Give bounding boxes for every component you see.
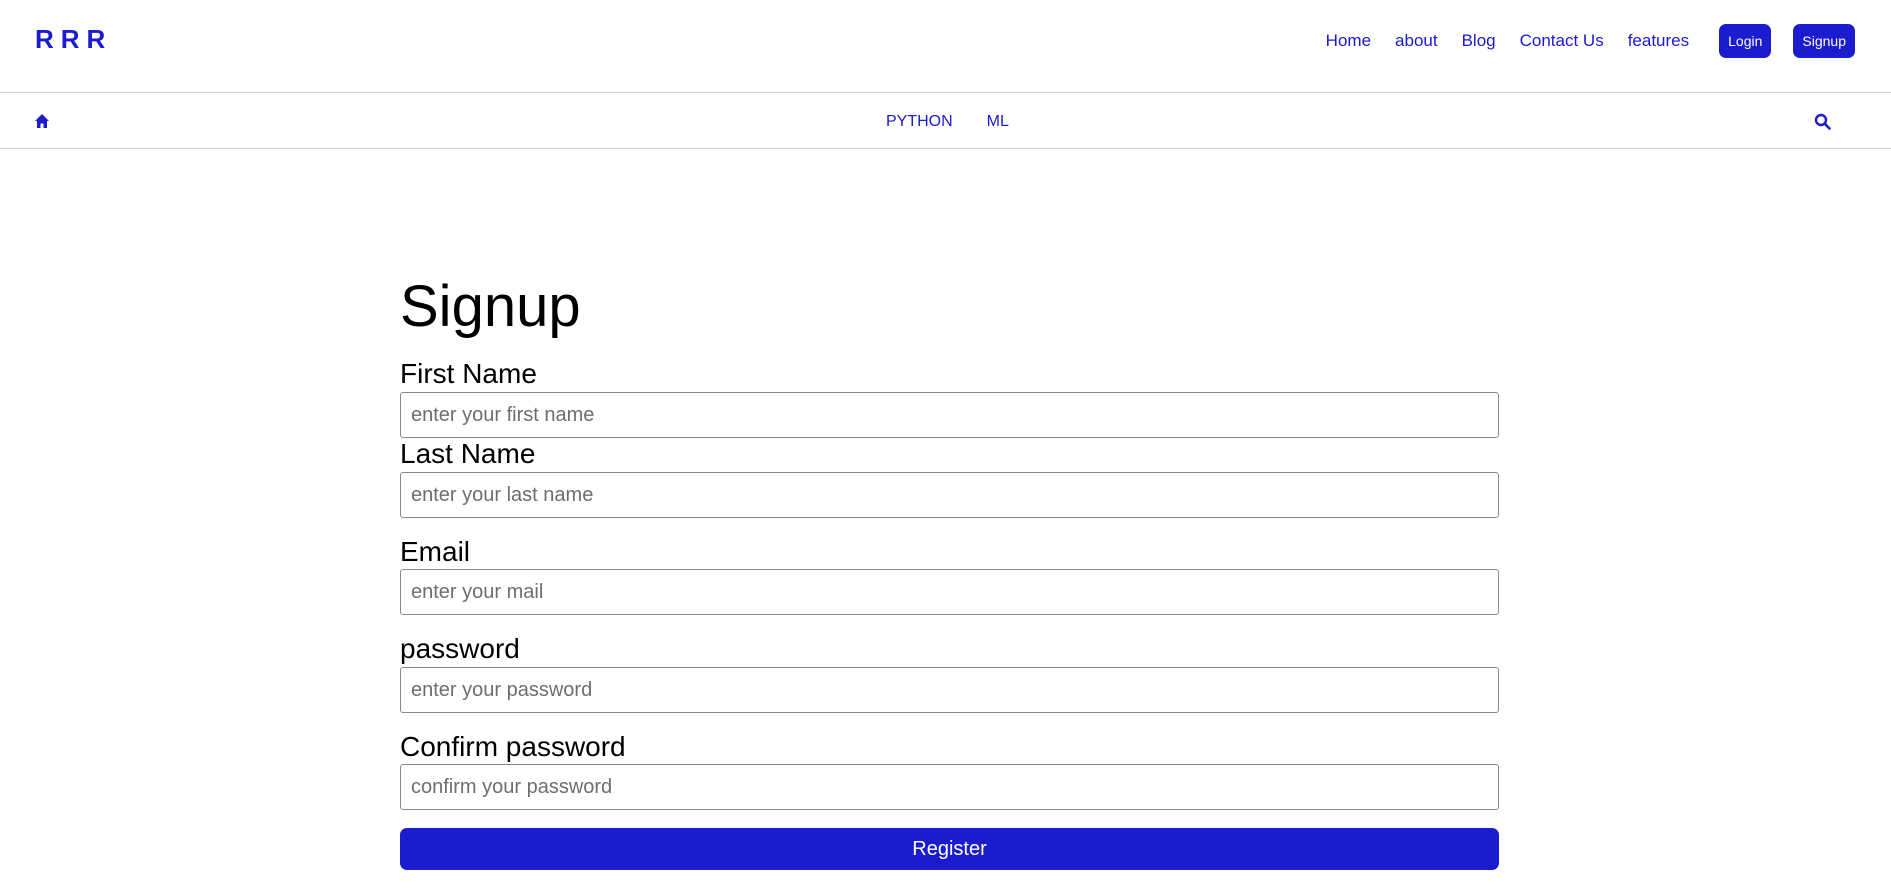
password-input[interactable] — [400, 667, 1499, 713]
last-name-label: Last Name — [400, 438, 536, 469]
category-links: PYTHON ML — [886, 94, 1043, 149]
first-name-label: First Name — [400, 358, 537, 389]
nav-link-blog[interactable]: Blog — [1462, 31, 1496, 51]
login-button[interactable]: Login — [1719, 23, 1772, 58]
nav-link-features[interactable]: features — [1628, 31, 1689, 51]
first-name-input[interactable] — [400, 392, 1499, 438]
register-button[interactable]: Register — [400, 828, 1499, 870]
nav-link-about[interactable]: about — [1395, 31, 1438, 51]
main-nav: Home about Blog Contact Us features Logi… — [1326, 0, 1855, 81]
brand-logo[interactable]: RRR — [35, 24, 112, 55]
email-input[interactable] — [400, 569, 1499, 615]
top-navbar: RRR Home about Blog Contact Us features … — [0, 0, 1891, 93]
nav-link-contact-us[interactable]: Contact Us — [1520, 31, 1604, 51]
home-icon[interactable] — [34, 113, 50, 129]
page-title: Signup — [400, 274, 581, 339]
last-name-input[interactable] — [400, 472, 1499, 518]
category-link-ml[interactable]: ML — [987, 113, 1009, 131]
category-bar: PYTHON ML — [0, 94, 1891, 149]
search-icon[interactable] — [1814, 113, 1831, 130]
signup-button[interactable]: Signup — [1793, 23, 1855, 58]
password-label: password — [400, 633, 520, 664]
category-link-python[interactable]: PYTHON — [886, 113, 953, 131]
confirm-password-label: Confirm password — [400, 731, 626, 762]
nav-link-home[interactable]: Home — [1326, 31, 1371, 51]
email-label: Email — [400, 536, 471, 567]
confirm-password-input[interactable] — [400, 764, 1499, 810]
